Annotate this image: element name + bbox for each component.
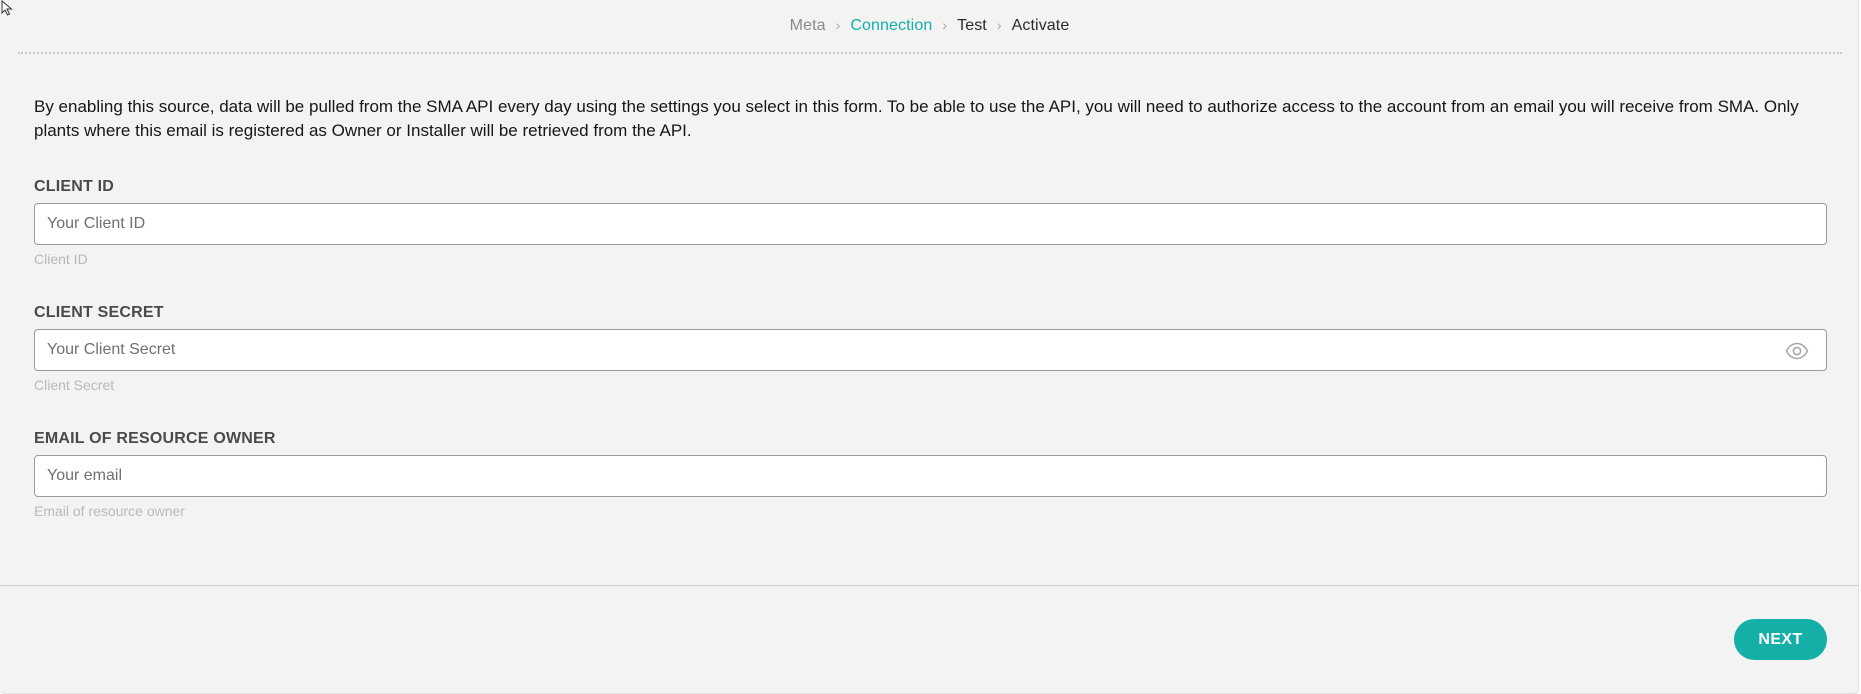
client-secret-label: CLIENT SECRET	[34, 304, 164, 321]
client-id-input[interactable]	[35, 204, 1826, 244]
email-field-wrapper	[34, 455, 1827, 497]
email-input[interactable]	[35, 456, 1826, 496]
email-hint: Email of resource owner	[34, 503, 185, 519]
header-divider	[18, 52, 1842, 54]
client-id-field-wrapper	[34, 203, 1827, 245]
email-label: EMAIL OF RESOURCE OWNER	[34, 430, 276, 447]
eye-icon[interactable]	[1785, 342, 1809, 360]
step-separator-icon: ›	[942, 17, 948, 33]
client-secret-hint: Client Secret	[34, 377, 115, 393]
client-secret-field-wrapper	[34, 329, 1827, 371]
step-meta[interactable]: Meta	[790, 17, 826, 35]
step-separator-icon: ›	[835, 17, 841, 33]
step-test: Test	[957, 17, 987, 34]
next-button[interactable]: NEXT	[1734, 619, 1827, 660]
client-secret-input[interactable]	[35, 330, 1826, 370]
footer-divider	[0, 585, 1859, 586]
step-separator-icon: ›	[996, 17, 1002, 33]
step-activate: Activate	[1011, 17, 1070, 34]
step-connection[interactable]: Connection	[850, 17, 932, 35]
step-breadcrumb: Meta › Connection › Test › Activate	[0, 17, 1859, 35]
client-id-label: CLIENT ID	[34, 178, 115, 195]
intro-text: By enabling this source, data will be pu…	[34, 97, 1799, 140]
connection-form-panel: Meta › Connection › Test › Activate By e…	[0, 0, 1859, 694]
client-id-hint: Client ID	[34, 251, 88, 267]
mouse-pointer-icon	[1, 0, 13, 16]
